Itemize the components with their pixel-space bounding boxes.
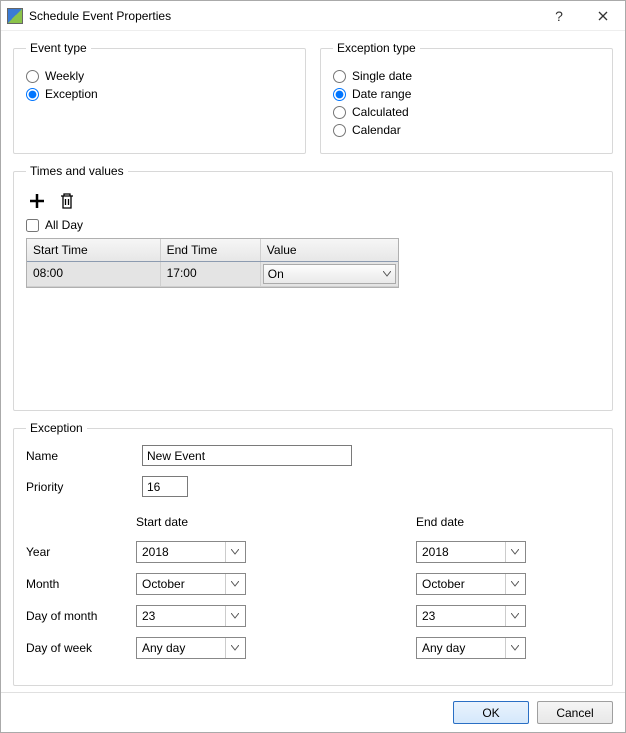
event-type-weekly-radio[interactable]	[26, 70, 39, 83]
cell-end-time[interactable]: 17:00	[161, 262, 261, 286]
end-year-combo[interactable]: 2018	[416, 541, 526, 563]
times-values-empty-area	[26, 288, 600, 398]
table-row[interactable]: 08:00 17:00 On	[27, 262, 398, 287]
all-day-row[interactable]: All Day	[26, 218, 600, 232]
date-grid: Start date End date Year 2018 2018 Month	[26, 515, 600, 659]
dialog-content: Event type Weekly Exception Exception ty…	[1, 31, 625, 692]
end-month-combo[interactable]: October	[416, 573, 526, 595]
priority-label: Priority	[26, 480, 136, 494]
dom-label: Day of month	[26, 609, 136, 623]
exception-type-date-range-label: Date range	[352, 87, 411, 101]
start-date-header: Start date	[136, 515, 266, 531]
chevron-down-icon	[505, 574, 523, 594]
dow-label: Day of week	[26, 641, 136, 655]
end-date-header: End date	[416, 515, 546, 531]
times-values-table: Start Time End Time Value 08:00 17:00 On	[26, 238, 399, 288]
start-month-combo[interactable]: October	[136, 573, 246, 595]
dialog-footer: OK Cancel	[1, 692, 625, 732]
exception-type-legend: Exception type	[333, 41, 420, 55]
start-dom-combo[interactable]: 23	[136, 605, 246, 627]
end-dom-value: 23	[422, 609, 435, 623]
exception-type-date-range-radio[interactable]	[333, 88, 346, 101]
window-title: Schedule Event Properties	[29, 9, 537, 23]
start-dow-value: Any day	[142, 641, 185, 655]
event-type-exception-label: Exception	[45, 87, 98, 101]
year-label: Year	[26, 545, 136, 559]
value-dropdown-text: On	[268, 267, 284, 281]
app-icon	[7, 8, 23, 24]
exception-type-calculated[interactable]: Calculated	[333, 105, 600, 119]
help-icon: ?	[555, 8, 563, 24]
exception-type-single-date-radio[interactable]	[333, 70, 346, 83]
exception-legend: Exception	[26, 421, 87, 435]
cell-start-time[interactable]: 08:00	[27, 262, 161, 286]
exception-type-calendar[interactable]: Calendar	[333, 123, 600, 137]
exception-type-single-date-label: Single date	[352, 69, 412, 83]
chevron-down-icon	[505, 638, 523, 658]
value-dropdown[interactable]: On	[263, 264, 396, 284]
start-dow-combo[interactable]: Any day	[136, 637, 246, 659]
event-type-exception[interactable]: Exception	[26, 87, 293, 101]
chevron-down-icon	[225, 606, 243, 626]
chevron-down-icon	[225, 574, 243, 594]
exception-type-group: Exception type Single date Date range Ca…	[320, 41, 613, 154]
all-day-checkbox[interactable]	[26, 219, 39, 232]
trash-icon	[59, 192, 75, 210]
times-values-toolbar	[26, 188, 600, 218]
start-dom-value: 23	[142, 609, 155, 623]
close-button[interactable]	[581, 1, 625, 31]
times-values-header: Start Time End Time Value	[27, 239, 398, 262]
end-dow-combo[interactable]: Any day	[416, 637, 526, 659]
chevron-down-icon	[225, 638, 243, 658]
end-dow-value: Any day	[422, 641, 465, 655]
all-day-label: All Day	[45, 218, 83, 232]
start-month-value: October	[142, 577, 185, 591]
start-year-value: 2018	[142, 545, 169, 559]
titlebar: Schedule Event Properties ?	[1, 1, 625, 31]
dialog-window: Schedule Event Properties ? Event type W…	[0, 0, 626, 733]
end-dom-combo[interactable]: 23	[416, 605, 526, 627]
add-row-button[interactable]	[26, 190, 48, 212]
event-type-weekly-label: Weekly	[45, 69, 84, 83]
event-type-weekly[interactable]: Weekly	[26, 69, 293, 83]
start-year-combo[interactable]: 2018	[136, 541, 246, 563]
delete-row-button[interactable]	[56, 190, 78, 212]
times-values-group: Times and values All Day	[13, 164, 613, 411]
chevron-down-icon	[505, 606, 523, 626]
exception-type-single-date[interactable]: Single date	[333, 69, 600, 83]
exception-group: Exception Name Priority Start date End d…	[13, 421, 613, 686]
name-input[interactable]	[142, 445, 352, 466]
column-header-end[interactable]: End Time	[161, 239, 261, 261]
cancel-button[interactable]: Cancel	[537, 701, 613, 724]
column-header-start[interactable]: Start Time	[27, 239, 161, 261]
chevron-down-icon	[225, 542, 243, 562]
close-icon	[598, 11, 608, 21]
plus-icon	[28, 192, 46, 210]
name-label: Name	[26, 449, 136, 463]
exception-type-calculated-label: Calculated	[352, 105, 409, 119]
event-type-group: Event type Weekly Exception	[13, 41, 306, 154]
times-values-legend: Times and values	[26, 164, 128, 178]
end-month-value: October	[422, 577, 465, 591]
column-header-value[interactable]: Value	[261, 239, 398, 261]
ok-button[interactable]: OK	[453, 701, 529, 724]
help-button[interactable]: ?	[537, 1, 581, 31]
chevron-down-icon	[505, 542, 523, 562]
chevron-down-icon	[383, 271, 391, 277]
month-label: Month	[26, 577, 136, 591]
exception-type-calculated-radio[interactable]	[333, 106, 346, 119]
cell-value[interactable]: On	[261, 262, 398, 286]
exception-type-calendar-label: Calendar	[352, 123, 401, 137]
priority-input[interactable]	[142, 476, 188, 497]
event-type-legend: Event type	[26, 41, 91, 55]
exception-type-date-range[interactable]: Date range	[333, 87, 600, 101]
end-year-value: 2018	[422, 545, 449, 559]
event-type-exception-radio[interactable]	[26, 88, 39, 101]
exception-type-calendar-radio[interactable]	[333, 124, 346, 137]
